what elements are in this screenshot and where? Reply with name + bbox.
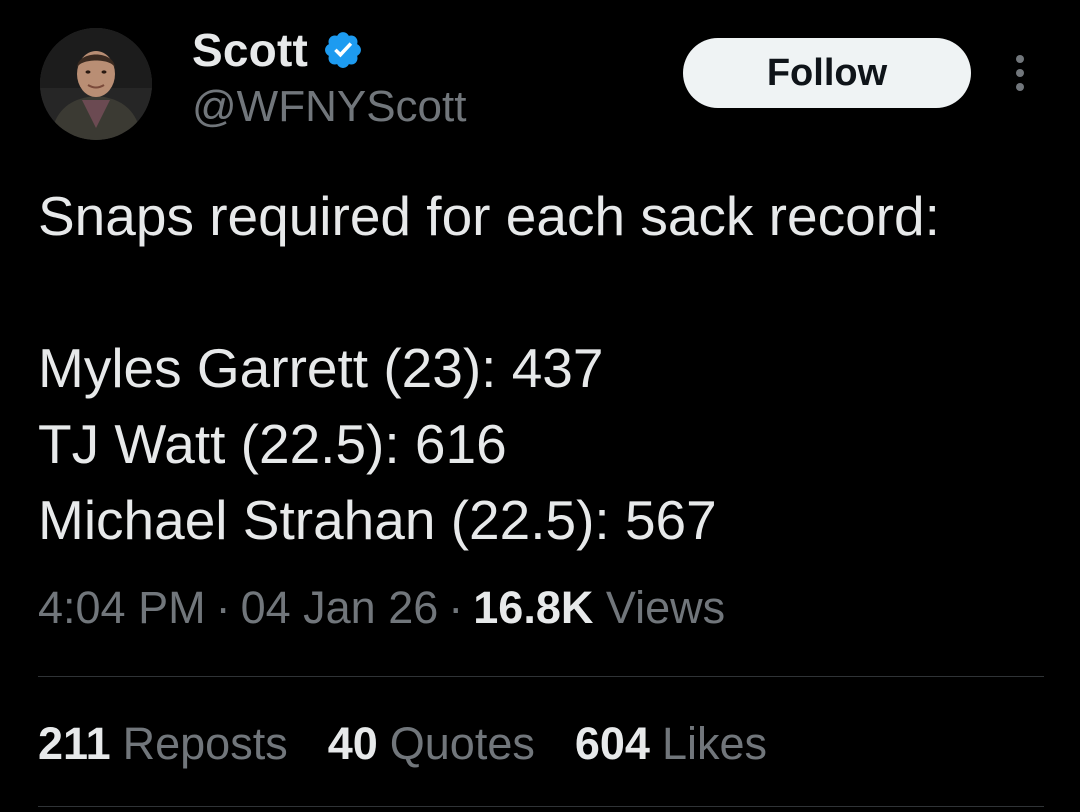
reposts-stat[interactable]: 211 Reposts <box>38 718 288 770</box>
tweet-time[interactable]: 4:04 PM <box>38 582 206 633</box>
tweet-line: Michael Strahan (22.5): 567 <box>38 489 717 551</box>
views-label: Views <box>605 582 726 633</box>
tweet-line: Myles Garrett (23): 437 <box>38 337 604 399</box>
author-handle[interactable]: @WFNYScott <box>192 82 466 132</box>
views-count[interactable]: 16.8K <box>473 582 593 633</box>
tweet-line <box>38 254 1048 330</box>
quotes-label: Quotes <box>389 718 535 769</box>
divider <box>38 676 1044 677</box>
more-dots-icon[interactable] <box>1000 48 1040 98</box>
tweet-text: Snaps required for each sack record: Myl… <box>38 178 1048 558</box>
tweet-meta: 4:04 PM · 04 Jan 26 · 16.8K Views <box>38 582 725 634</box>
likes-label: Likes <box>661 718 768 769</box>
verified-badge-icon[interactable] <box>322 29 364 71</box>
meta-separator: · <box>215 582 231 633</box>
engagement-stats: 211 Reposts 40 Quotes 604 Likes <box>38 718 807 770</box>
more-dot <box>1016 83 1024 91</box>
quotes-count: 40 <box>327 718 378 769</box>
divider <box>38 806 1044 807</box>
more-dot <box>1016 69 1024 77</box>
tweet-card: Scott @WFNYScott Follow Snaps required f… <box>0 0 1080 812</box>
reposts-count: 211 <box>38 718 111 769</box>
tweet-line: Snaps required for each sack record: <box>38 185 940 247</box>
likes-count: 604 <box>574 718 650 769</box>
author-name-row: Scott <box>192 22 364 78</box>
quotes-stat[interactable]: 40 Quotes <box>328 718 535 770</box>
tweet-line: TJ Watt (22.5): 616 <box>38 413 507 475</box>
meta-separator: · <box>448 582 464 633</box>
follow-button[interactable]: Follow <box>683 38 971 108</box>
avatar-image <box>40 28 152 140</box>
avatar[interactable] <box>40 28 152 140</box>
display-name[interactable]: Scott <box>192 23 308 77</box>
likes-stat[interactable]: 604 Likes <box>575 718 767 770</box>
reposts-label: Reposts <box>122 718 288 769</box>
more-dot <box>1016 55 1024 63</box>
tweet-date[interactable]: 04 Jan 26 <box>241 582 439 633</box>
